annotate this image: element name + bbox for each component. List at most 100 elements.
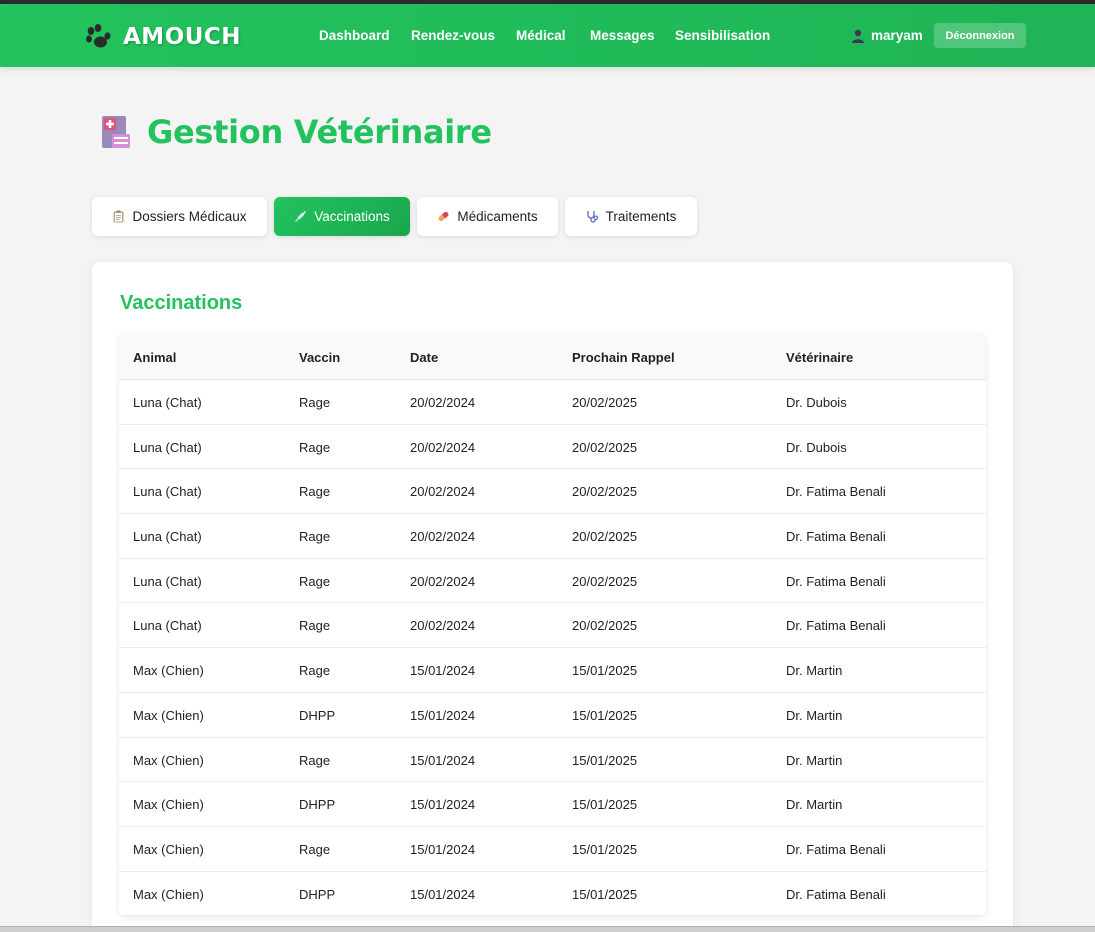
cell-date: 15/01/2024 [410, 841, 476, 857]
cell-prochain-rappel: 20/02/2025 [572, 529, 638, 545]
cell-animal: Max (Chien) [133, 886, 204, 902]
column-header-animal[interactable]: Animal [133, 350, 176, 365]
cell-date: 15/01/2024 [410, 663, 476, 679]
cell-animal: Max (Chien) [133, 841, 204, 857]
nav-sensibilisation[interactable]: Sensibilisation [675, 28, 770, 43]
cell-veterinaire: Dr. Fatima Benali [786, 841, 886, 857]
vaccinations-table: Animal Vaccin Date Prochain Rappel Vétér… [119, 334, 986, 917]
cell-veterinaire: Dr. Martin [786, 663, 843, 679]
username: maryam [871, 28, 923, 43]
cell-date: 20/02/2024 [410, 573, 476, 589]
table-header: Animal Vaccin Date Prochain Rappel Vétér… [119, 334, 986, 380]
tab-label: Vaccinations [314, 209, 390, 224]
cell-animal: Luna (Chat) [133, 618, 202, 634]
table-row[interactable]: Max (Chien) Rage 15/01/2024 15/01/2025 Dr. M… [119, 737, 986, 783]
tab-vaccinations[interactable]: Vaccinations [274, 197, 410, 236]
table-row[interactable]: Luna (Chat) Rage 20/02/2024 20/02/2025 Dr. D… [119, 380, 986, 425]
cell-vaccin: DHPP [299, 797, 336, 813]
cell-veterinaire: Dr. Fatima Benali [786, 573, 886, 589]
column-header-prochain-rappel[interactable]: Prochain Rappel [572, 350, 675, 365]
hospital-icon [102, 116, 130, 148]
cell-veterinaire: Dr. Fatima Benali [786, 529, 886, 545]
table-row[interactable]: Max (Chien) Rage 15/01/2024 15/01/2025 Dr. M… [119, 648, 986, 693]
cell-date: 15/01/2024 [410, 752, 476, 768]
cell-veterinaire: Dr. Dubois [786, 439, 847, 455]
nav-rendez-vous[interactable]: Rendez-vous [411, 28, 495, 43]
cell-prochain-rappel: 20/02/2025 [572, 484, 638, 500]
cell-animal: Luna (Chat) [133, 573, 202, 589]
brand-name: AMOUCH [123, 24, 242, 50]
cell-animal: Luna (Chat) [133, 439, 202, 455]
cell-prochain-rappel: 15/01/2025 [572, 886, 638, 902]
cell-date: 15/01/2024 [410, 797, 476, 813]
table-row[interactable]: Luna (Chat) Rage 20/02/2024 20/02/2025 Dr. F… [119, 514, 986, 559]
cell-date: 20/02/2024 [410, 618, 476, 634]
table-row[interactable]: Luna (Chat) Rage 20/02/2024 20/02/2025 Dr. D… [119, 424, 986, 470]
cell-vaccin: Rage [299, 663, 331, 679]
cell-prochain-rappel: 15/01/2025 [572, 797, 638, 813]
nav-medical[interactable]: Médical [516, 28, 566, 43]
cell-veterinaire: Dr. Fatima Benali [786, 618, 886, 634]
syringe-icon [295, 211, 307, 222]
cell-date: 20/02/2024 [410, 484, 476, 500]
column-header-vaccin[interactable]: Vaccin [299, 350, 340, 365]
nav-messages[interactable]: Messages [590, 28, 655, 43]
cell-animal: Max (Chien) [133, 663, 204, 679]
column-header-veterinaire[interactable]: Vétérinaire [786, 350, 853, 365]
cell-prochain-rappel: 20/02/2025 [572, 395, 638, 410]
cell-veterinaire: Dr. Fatima Benali [786, 886, 886, 902]
paw-icon [86, 24, 111, 48]
cell-vaccin: Rage [299, 439, 331, 455]
cell-date: 20/02/2024 [410, 395, 476, 410]
cell-vaccin: Rage [299, 573, 331, 589]
cell-date: 15/01/2024 [410, 707, 476, 723]
tab-label: Médicaments [457, 209, 538, 224]
table-row[interactable]: Luna (Chat) Rage 20/02/2024 20/02/2025 Dr. F… [119, 469, 986, 515]
cell-veterinaire: Dr. Martin [786, 752, 843, 768]
nav-dashboard[interactable]: Dashboard [319, 28, 390, 43]
user-icon [852, 29, 864, 43]
cell-animal: Max (Chien) [133, 752, 204, 768]
stethoscope-icon [586, 211, 598, 223]
cell-date: 20/02/2024 [410, 529, 476, 545]
tab-label: Dossiers Médicaux [132, 209, 247, 224]
cell-prochain-rappel: 15/01/2025 [572, 752, 638, 768]
cell-vaccin: Rage [299, 752, 331, 768]
pill-icon [438, 211, 449, 222]
table-row[interactable]: Luna (Chat) Rage 20/02/2024 20/02/2025 Dr. F… [119, 558, 986, 604]
table-row[interactable]: Max (Chien) DHPP 15/01/2024 15/01/2025 Dr. F… [119, 871, 986, 917]
table-row[interactable]: Max (Chien) DHPP 15/01/2024 15/01/2025 Dr. M… [119, 692, 986, 738]
column-header-date[interactable]: Date [410, 350, 438, 365]
clipboard-icon [113, 210, 124, 223]
cell-vaccin: Rage [299, 484, 331, 500]
cell-prochain-rappel: 15/01/2025 [572, 841, 638, 857]
cell-veterinaire: Dr. Fatima Benali [786, 484, 886, 500]
cell-prochain-rappel: 15/01/2025 [572, 663, 638, 679]
table-body: Luna (Chat) Rage 20/02/2024 20/02/2025 Dr. D… [119, 380, 986, 917]
cell-prochain-rappel: 20/02/2025 [572, 439, 638, 455]
table-row[interactable]: Luna (Chat) Rage 20/02/2024 20/02/2025 Dr. F… [119, 603, 986, 649]
brand[interactable]: AMOUCH [84, 22, 241, 52]
tab-medicaments[interactable]: Médicaments [417, 197, 558, 236]
section-title: Vaccinations [120, 292, 243, 314]
top-navbar: AMOUCH Dashboard Rendez-vous Médical Mes… [0, 4, 1095, 67]
cell-veterinaire: Dr. Martin [786, 797, 843, 813]
logout-button[interactable]: Déconnexion [934, 23, 1026, 48]
cell-animal: Max (Chien) [133, 707, 204, 723]
cell-date: 20/02/2024 [410, 439, 476, 455]
cell-vaccin: Rage [299, 841, 331, 857]
cell-veterinaire: Dr. Martin [786, 707, 843, 723]
cell-prochain-rappel: 20/02/2025 [572, 618, 638, 634]
cell-prochain-rappel: 20/02/2025 [572, 573, 638, 589]
current-user: maryam [851, 28, 923, 43]
tab-traitements[interactable]: Traitements [565, 197, 697, 236]
table-row[interactable]: Max (Chien) DHPP 15/01/2024 15/01/2025 Dr. M… [119, 782, 986, 827]
window-bottom-border [0, 926, 1095, 932]
cell-vaccin: Rage [299, 529, 331, 545]
cell-animal: Luna (Chat) [133, 484, 202, 500]
page-header: Gestion Vétérinaire [100, 113, 492, 151]
table-row[interactable]: Max (Chien) Rage 15/01/2024 15/01/2025 Dr. F… [119, 826, 986, 872]
vaccinations-panel: Vaccinations Animal Vaccin Date Prochain… [92, 262, 1013, 932]
tab-dossiers-medicaux[interactable]: Dossiers Médicaux [92, 197, 267, 236]
cell-vaccin: Rage [299, 395, 331, 410]
